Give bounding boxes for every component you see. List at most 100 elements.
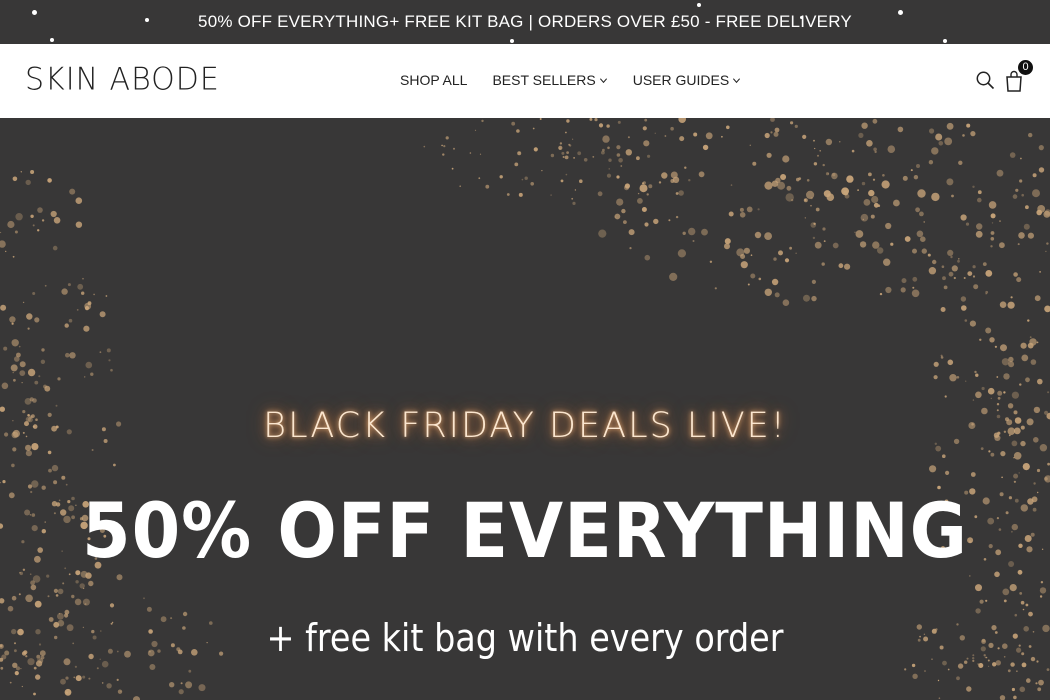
glitter-speck	[1028, 645, 1032, 648]
glitter-speck	[1011, 530, 1013, 533]
glitter-speck	[810, 204, 812, 207]
glitter-speck	[879, 292, 883, 296]
glitter-speck	[855, 230, 864, 238]
glitter-speck	[813, 162, 818, 166]
glitter-speck	[99, 351, 102, 354]
glitter-speck	[1003, 391, 1006, 394]
glitter-speck	[846, 175, 854, 183]
glitter-speck	[654, 132, 656, 134]
glitter-speck	[559, 142, 563, 145]
glitter-speck	[644, 222, 649, 227]
glitter-speck	[573, 157, 575, 159]
glitter-speck	[1027, 342, 1034, 349]
glitter-speck	[1030, 532, 1035, 537]
glitter-speck	[724, 243, 730, 250]
glitter-speck	[443, 145, 446, 148]
glitter-speck	[1026, 678, 1031, 683]
glitter-speck	[839, 141, 841, 143]
glitter-speck	[1045, 250, 1047, 253]
glitter-speck	[1003, 656, 1006, 658]
glitter-speck	[872, 178, 876, 181]
glitter-speck	[764, 288, 772, 296]
glitter-speck	[616, 145, 621, 150]
glitter-speck	[861, 181, 866, 186]
glitter-speck	[53, 588, 59, 593]
glitter-speck	[981, 386, 985, 391]
glitter-speck	[641, 207, 647, 212]
nav-user-guides-label: USER GUIDES	[632, 72, 730, 88]
glitter-speck	[453, 147, 455, 150]
glitter-speck	[972, 275, 976, 278]
glitter-speck	[854, 231, 856, 233]
glitter-speck	[478, 177, 481, 180]
glitter-speck	[1009, 584, 1017, 592]
glitter-speck	[571, 197, 574, 200]
glitter-speck	[977, 663, 979, 665]
glitter-speck	[24, 509, 31, 516]
glitter-speck	[928, 267, 937, 275]
glitter-speck	[18, 345, 21, 348]
nav-shop-all-label: SHOP ALL	[400, 72, 468, 88]
glitter-speck	[1016, 647, 1022, 653]
glitter-speck	[935, 133, 943, 141]
glitter-speck	[859, 241, 867, 248]
chevron-down-icon	[599, 77, 607, 83]
glitter-speck	[858, 132, 864, 138]
glitter-speck	[932, 259, 937, 265]
glitter-speck	[728, 211, 734, 217]
glitter-speck	[459, 185, 462, 187]
glitter-speck	[946, 178, 954, 186]
glitter-speck	[1011, 687, 1016, 692]
glitter-speck	[113, 463, 116, 467]
sparkle-dot	[32, 10, 37, 15]
glitter-speck	[964, 660, 968, 664]
glitter-speck	[0, 666, 4, 670]
glitter-speck	[1021, 354, 1029, 362]
glitter-speck	[988, 665, 990, 667]
glitter-speck	[844, 193, 850, 199]
glitter-speck	[0, 482, 1, 484]
glitter-speck	[474, 129, 477, 131]
nav-user-guides[interactable]: USER GUIDES	[633, 72, 741, 88]
glitter-speck	[27, 658, 35, 666]
glitter-speck	[940, 356, 944, 359]
nav-best-sellers-label: BEST SELLERS	[492, 72, 596, 88]
glitter-speck	[814, 241, 822, 249]
glitter-speck	[1010, 296, 1013, 299]
glitter-speck	[445, 136, 449, 140]
cart-count-badge[interactable]: 0	[1018, 60, 1033, 75]
glitter-speck	[1037, 687, 1042, 692]
glitter-speck	[64, 323, 69, 328]
glitter-speck	[1020, 600, 1025, 605]
nav-shop-all[interactable]: SHOP ALL	[400, 72, 467, 88]
glitter-speck	[1028, 132, 1033, 138]
glitter-speck	[978, 663, 984, 668]
glitter-speck	[923, 221, 925, 223]
site-logo[interactable]: SKIN ABODE	[25, 61, 220, 98]
glitter-speck	[877, 204, 881, 207]
glitter-speck	[924, 670, 926, 672]
glitter-speck	[608, 158, 612, 162]
main-nav: SHOP ALL BEST SELLERS USER GUIDES	[400, 72, 741, 88]
glitter-speck	[1027, 232, 1034, 239]
glitter-speck	[9, 681, 12, 684]
glitter-speck	[823, 240, 826, 242]
glitter-speck	[594, 118, 598, 122]
glitter-speck	[572, 201, 576, 205]
announcement-text: 50% OFF EVERYTHING+ FREE KIT BAG | ORDER…	[198, 12, 852, 31]
glitter-speck	[977, 197, 982, 203]
glitter-speck	[979, 599, 984, 604]
glitter-speck	[976, 223, 983, 230]
nav-best-sellers[interactable]: BEST SELLERS	[492, 72, 607, 88]
hero-banner[interactable]: BLACK FRIDAY DEALS LIVE! 50% OFF EVERYTH…	[0, 118, 1050, 700]
glitter-speck	[1038, 679, 1044, 686]
glitter-speck	[688, 227, 696, 236]
glitter-speck	[44, 385, 51, 392]
glitter-speck	[912, 673, 918, 679]
search-icon[interactable]	[975, 70, 995, 90]
glitter-speck	[38, 643, 42, 646]
glitter-speck	[1019, 686, 1026, 693]
glitter-speck	[946, 122, 954, 130]
glitter-speck	[942, 660, 947, 666]
glitter-speck	[614, 213, 621, 220]
